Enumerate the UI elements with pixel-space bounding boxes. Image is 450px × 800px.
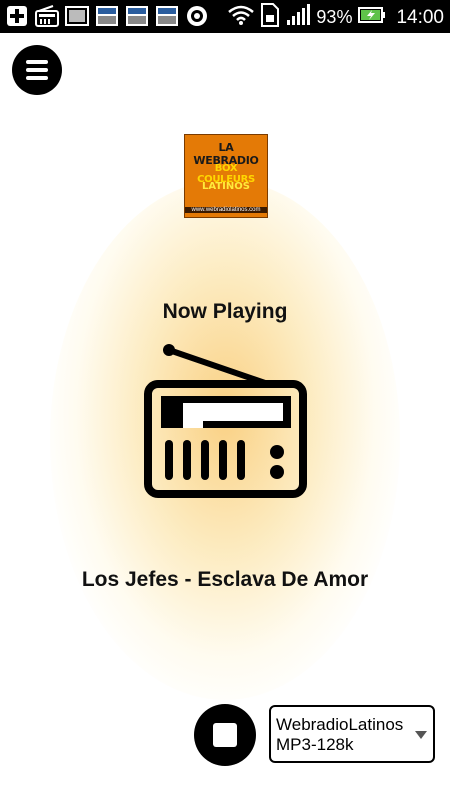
wifi-icon <box>228 5 255 30</box>
radio-icon <box>34 4 60 28</box>
now-playing-song: Los Jefes - Esclava De Amor <box>81 568 369 591</box>
battery-percent: 93% <box>316 7 353 27</box>
stream-select[interactable]: WebradioLatinos MP3-128k <box>269 705 435 763</box>
news-icon <box>124 4 150 28</box>
clock: 14:00 <box>396 6 444 28</box>
stop-icon <box>213 723 237 747</box>
hamburger-icon <box>26 60 48 64</box>
logo-url: www.webradiolatinos.com <box>185 207 267 213</box>
stop-button[interactable] <box>194 704 256 766</box>
stream-select-value: WebradioLatinos MP3-128k <box>276 715 404 754</box>
signal-icon <box>286 4 311 31</box>
dropdown-arrow-icon <box>415 731 427 739</box>
now-playing-label: Now Playing <box>162 300 288 323</box>
news-icon <box>154 4 180 28</box>
sim-icon <box>260 3 280 32</box>
battery-icon <box>358 7 386 28</box>
image-icon <box>64 4 90 28</box>
radio-icon <box>144 344 307 498</box>
menu-button[interactable] <box>12 45 62 95</box>
station-logo: LA WEBRADIO BOX COULEURS LATINOS www.web… <box>184 134 268 218</box>
news-icon <box>94 4 120 28</box>
add-icon <box>4 4 30 28</box>
status-bar: 93% 14:00 <box>0 0 450 33</box>
record-icon <box>184 4 210 28</box>
logo-line-3: LATINOS <box>202 181 250 192</box>
